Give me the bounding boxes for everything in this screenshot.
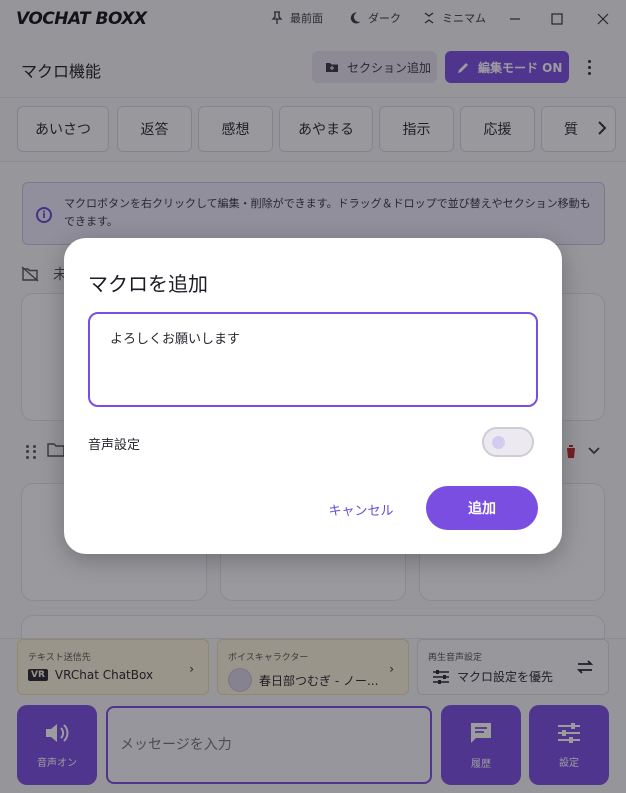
toggle-knob [492, 436, 505, 449]
voice-setting-label: 音声設定 [88, 438, 141, 453]
add-macro-dialog: マクロを追加 よろしくお願いします 音声設定 キャンセル 追加 [64, 238, 562, 554]
macro-text-field[interactable]: よろしくお願いします [88, 312, 538, 407]
dialog-title: マクロを追加 [88, 272, 208, 296]
add-button[interactable]: 追加 [426, 486, 538, 530]
voice-setting-toggle[interactable] [482, 427, 534, 457]
cancel-button[interactable]: キャンセル [326, 496, 396, 522]
